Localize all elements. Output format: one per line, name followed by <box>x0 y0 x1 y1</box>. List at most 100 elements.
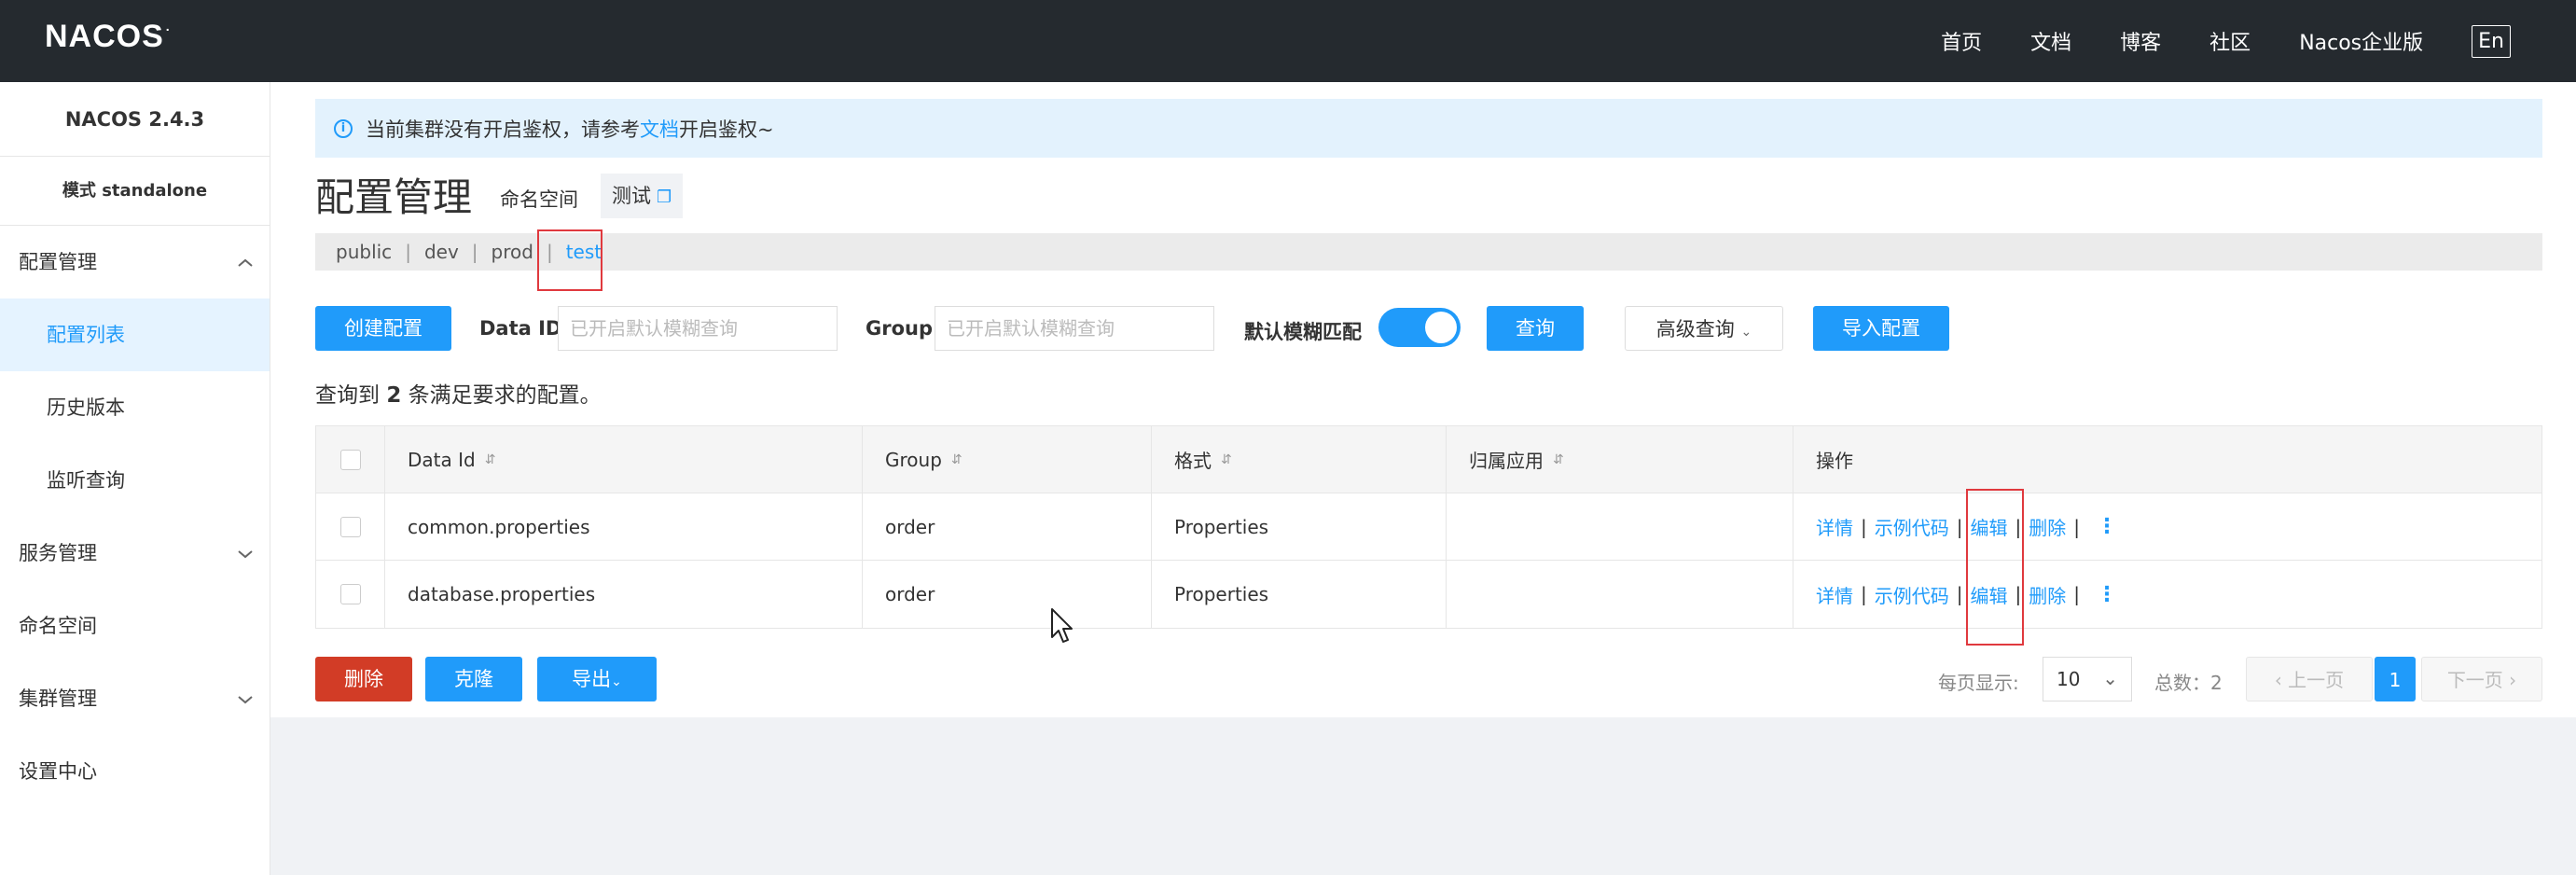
create-config-button[interactable]: 创建配置 <box>315 306 451 351</box>
sidebar-item-cluster-management[interactable]: 集群管理 <box>0 662 270 735</box>
nav-docs[interactable]: 文档 <box>2030 26 2071 56</box>
group-input[interactable] <box>935 306 1214 351</box>
clone-button[interactable]: 克隆 <box>425 657 522 701</box>
query-button[interactable]: 查询 <box>1487 306 1584 351</box>
result-suffix: 条满足要求的配置。 <box>401 383 602 408</box>
highlight-box-namespace <box>537 229 602 291</box>
advanced-query-button[interactable]: 高级查询 ⌄ <box>1625 306 1783 351</box>
header-label: 操作 <box>1816 450 1853 472</box>
sidebar-item-history[interactable]: 历史版本 <box>0 371 270 444</box>
header-data-id[interactable]: Data Id ⇵ <box>385 426 863 493</box>
toggle-knob <box>1425 312 1457 343</box>
row-checkbox-cell <box>316 493 385 560</box>
version-label: NACOS 2.4.3 <box>0 82 270 157</box>
header-group[interactable]: Group ⇵ <box>863 426 1152 493</box>
namespace-tab-prod[interactable]: prod <box>492 241 533 263</box>
header-operations: 操作 <box>1794 426 2541 493</box>
sidebar-item-config-list[interactable]: 配置列表 <box>0 299 270 371</box>
sort-icon[interactable]: ⇵ <box>1221 452 1232 467</box>
chevron-down-icon <box>238 517 253 590</box>
detail-link[interactable]: 详情 <box>1816 581 1853 608</box>
copy-icon[interactable]: ❐ <box>657 188 672 207</box>
nav-enterprise[interactable]: Nacos企业版 <box>2299 26 2423 56</box>
separator: | <box>1956 583 1963 605</box>
data-id-label: Data ID <box>479 317 562 340</box>
current-namespace-name: 测试 <box>612 185 651 207</box>
row-checkbox[interactable] <box>339 516 361 537</box>
separator: | <box>1861 583 1867 605</box>
language-switch-button[interactable]: En <box>2472 24 2511 58</box>
header-label: 格式 <box>1174 450 1212 472</box>
sidebar-item-config-management[interactable]: 配置管理 <box>0 226 270 299</box>
export-button[interactable]: 导出⌄ <box>537 657 657 701</box>
auth-notice: i 当前集群没有开启鉴权，请参考 文档 开启鉴权~ <box>315 99 2542 158</box>
data-id-input[interactable] <box>558 306 838 351</box>
fuzzy-match-toggle[interactable] <box>1378 308 1461 347</box>
batch-delete-button[interactable]: 删除 <box>315 657 412 701</box>
next-page-button[interactable]: 下一页 › <box>2421 657 2542 701</box>
sort-icon[interactable]: ⇵ <box>485 452 496 467</box>
header-label: 归属应用 <box>1469 450 1544 472</box>
cell-app <box>1447 561 1794 628</box>
export-label: 导出 <box>572 668 612 690</box>
nav-home[interactable]: 首页 <box>1941 26 1982 56</box>
nav-community[interactable]: 社区 <box>2209 26 2251 56</box>
row-checkbox-cell <box>316 561 385 628</box>
row-checkbox[interactable] <box>339 584 361 604</box>
import-config-button[interactable]: 导入配置 <box>1813 306 1949 351</box>
info-icon: i <box>334 118 353 138</box>
cell-data-id: database.properties <box>385 561 863 628</box>
sort-icon[interactable]: ⇵ <box>1553 452 1564 467</box>
sidebar-item-label: 集群管理 <box>19 688 97 710</box>
namespace-tab-public[interactable]: public <box>336 241 392 263</box>
delete-link[interactable]: 删除 <box>2029 581 2066 608</box>
namespace-label: 命名空间 <box>500 188 578 211</box>
result-count: 2 <box>386 383 402 408</box>
page-title: 配置管理 <box>315 174 473 220</box>
namespace-tab-dev[interactable]: dev <box>424 241 459 263</box>
total-count-label: 总数：2 <box>2154 672 2223 694</box>
header-app[interactable]: 归属应用 ⇵ <box>1447 426 1794 493</box>
prev-page-button[interactable]: ‹ 上一页 <box>2246 657 2373 701</box>
nacos-logo[interactable]: NACOS. <box>45 19 171 55</box>
group-label: Group <box>866 317 934 340</box>
sidebar-item-label: 服务管理 <box>19 542 97 564</box>
nav-blog[interactable]: 博客 <box>2120 26 2161 56</box>
sidebar-item-listener-query[interactable]: 监听查询 <box>0 444 270 517</box>
page-size-select[interactable]: 10 ⌄ <box>2043 657 2132 701</box>
page-size-value: 10 <box>2057 668 2081 690</box>
mouse-cursor-icon <box>1051 608 1073 643</box>
sidebar-item-service-management[interactable]: 服务管理 <box>0 517 270 590</box>
notice-text: 当前集群没有开启鉴权，请参考 <box>366 118 640 141</box>
more-vertical-icon[interactable]: ⋮ <box>2097 583 2117 606</box>
separator: | <box>2073 515 2080 538</box>
header-label: Data Id <box>408 448 476 471</box>
delete-link[interactable]: 删除 <box>2029 513 2066 540</box>
result-prefix: 查询到 <box>315 383 387 408</box>
header-format[interactable]: 格式 ⇵ <box>1152 426 1447 493</box>
separator: | <box>1956 515 1963 538</box>
page-button-1[interactable]: 1 <box>2375 657 2416 701</box>
notice-docs-link[interactable]: 文档 <box>640 115 679 143</box>
sort-icon[interactable]: ⇵ <box>951 452 963 467</box>
cell-app <box>1447 493 1794 560</box>
sample-code-link[interactable]: 示例代码 <box>1875 513 1949 540</box>
sidebar: NACOS 2.4.3 模式 standalone 配置管理 配置列表 历史版本… <box>0 82 270 875</box>
cell-data-id: common.properties <box>385 493 863 560</box>
table-row: common.properties order Properties 详情 | 示… <box>316 493 2541 561</box>
notice-text-suffix: 开启鉴权~ <box>679 118 774 141</box>
main-content: i 当前集群没有开启鉴权，请参考 文档 开启鉴权~ 配置管理 命名空间 测试 ❐ pu… <box>270 82 2576 717</box>
sidebar-item-settings[interactable]: 设置中心 <box>0 735 270 808</box>
detail-link[interactable]: 详情 <box>1816 513 1853 540</box>
sample-code-link[interactable]: 示例代码 <box>1875 581 1949 608</box>
fuzzy-match-label: 默认模糊匹配 <box>1244 321 1362 343</box>
chevron-down-icon <box>238 662 253 735</box>
select-all-checkbox[interactable] <box>339 449 361 470</box>
current-namespace-badge: 测试 ❐ <box>601 174 684 218</box>
top-nav: 首页 文档 博客 社区 Nacos企业版 En <box>1892 0 2511 82</box>
separator: | <box>2073 583 2080 605</box>
more-vertical-icon[interactable]: ⋮ <box>2097 515 2117 538</box>
chevron-down-icon: ⌄ <box>2102 667 2118 689</box>
sidebar-item-namespace[interactable]: 命名空间 <box>0 590 270 662</box>
chevron-up-icon <box>238 226 253 299</box>
